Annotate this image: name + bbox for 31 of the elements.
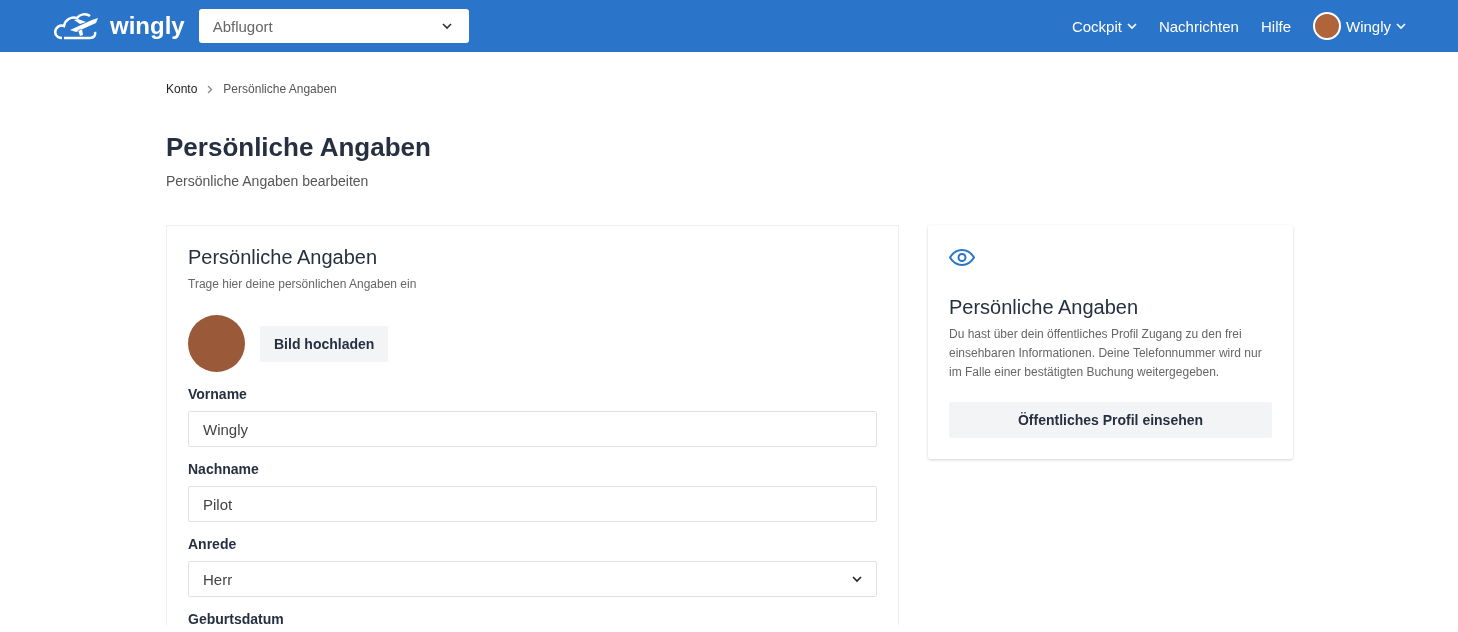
breadcrumb-current: Persönliche Angaben [223, 82, 337, 96]
text-input[interactable]: Pilot [188, 486, 877, 522]
field-label: Anrede [188, 536, 238, 552]
field-label: Vorname [188, 386, 248, 402]
avatar [1313, 12, 1341, 40]
chevron-down-icon [1396, 22, 1406, 30]
page-title: Persönliche Angaben [166, 132, 432, 163]
profile-photo-placeholder [188, 315, 245, 372]
field-label: Geburtsdatum [188, 611, 285, 627]
text-input[interactable]: Wingly [188, 411, 877, 447]
public-profile-button[interactable]: Öffentliches Profil einsehen [949, 402, 1272, 438]
chevron-down-icon [441, 23, 452, 30]
upload-image-button[interactable]: Bild hochladen [260, 325, 389, 362]
card-subtitle: Trage hier deine persönlichen Angaben ein [188, 277, 418, 291]
info-text: Du hast über dein öffentliches Profil Zugang zu den frei einsehbaren Informationen. Deine Telefonnummer wird nur im Falle einer bestätigten Buchung weitergegeben. [949, 326, 1263, 381]
chevron-down-icon [852, 575, 862, 583]
page-subtitle: Persönliche Angaben bearbeiten [166, 173, 370, 189]
user-menu[interactable]: Wingly [1313, 12, 1406, 40]
nav-link[interactable]: Hilfe [1260, 17, 1291, 35]
departure-field[interactable]: Abflugort [198, 9, 469, 43]
breadcrumb-link[interactable]: Konto [166, 82, 198, 96]
eye-icon [949, 249, 975, 266]
chevron-right-icon [207, 84, 214, 94]
card-title: Persönliche Angaben [949, 296, 1140, 319]
field-label: Nachname [188, 461, 260, 477]
select-dropdown[interactable]: Herr [188, 561, 877, 597]
logo-text: wingly [110, 12, 185, 40]
card-title: Persönliche Angaben [188, 246, 379, 269]
chevron-down-icon [1126, 22, 1137, 30]
nav-dropdown[interactable]: Cockpit [1071, 17, 1137, 35]
nav-link[interactable]: Nachrichten [1158, 17, 1239, 35]
